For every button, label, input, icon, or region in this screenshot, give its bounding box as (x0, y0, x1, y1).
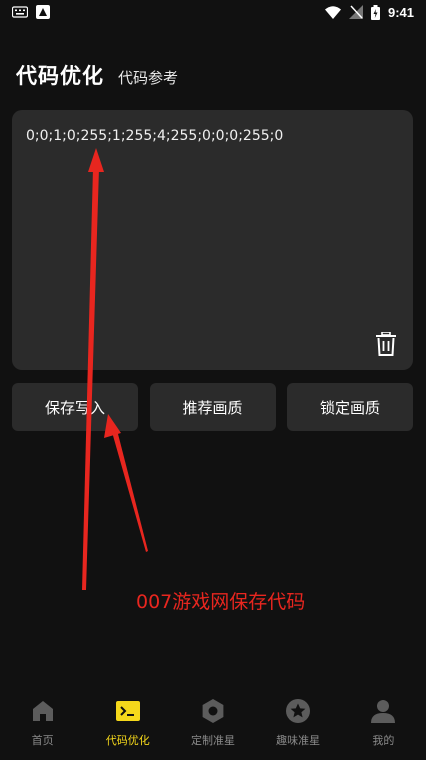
star-circle-icon (286, 699, 311, 723)
annotation-caption: 007游戏网保存代码 (136, 591, 306, 613)
a-app-icon (36, 5, 50, 19)
keyboard-icon (12, 6, 28, 18)
status-time: 9:41 (387, 4, 414, 20)
status-bar-right: 9:41 (324, 4, 414, 20)
tab-custom-crosshair[interactable]: 定制准星 (170, 690, 255, 748)
tab-label: 首页 (31, 734, 54, 747)
wifi-icon (324, 5, 341, 19)
tab-label: 趣味准星 (276, 734, 321, 747)
signal-icon (348, 5, 363, 19)
battery-icon (370, 4, 380, 20)
terminal-icon (115, 701, 140, 721)
bottom-tab-bar: 首页 代码优化 定制准星 趣味准星 我的 (0, 690, 426, 760)
status-bar-left (12, 5, 50, 19)
tab-home[interactable]: 首页 (0, 690, 85, 748)
trash-icon[interactable] (375, 332, 397, 356)
tab-label: 定制准星 (190, 734, 235, 747)
hexagon-nut-icon (202, 699, 224, 723)
save-write-button[interactable]: 保存写入 (12, 383, 138, 431)
lock-quality-button[interactable]: 锁定画质 (287, 383, 413, 431)
tab-mine[interactable]: 我的 (341, 690, 426, 748)
home-icon (32, 701, 53, 721)
recommend-quality-button[interactable]: 推荐画质 (149, 383, 276, 431)
tab-code-optimize[interactable]: 代码优化 (85, 690, 170, 748)
action-buttons: 保存写入 推荐画质 锁定画质 (12, 383, 413, 431)
code-reference-link[interactable]: 代码参考 (118, 67, 178, 88)
page-header: 代码优化 代码参考 (16, 60, 178, 94)
tab-label: 代码优化 (105, 734, 150, 747)
arrow-to-save-button (104, 414, 148, 552)
tab-fun-crosshair[interactable]: 趣味准星 (256, 690, 341, 748)
status-bar: 9:41 (0, 0, 426, 24)
code-input-box[interactable]: 0;0;1;0;255;1;255;4;255;0;0;0;255;0 (12, 110, 413, 370)
person-icon (371, 700, 396, 723)
code-input-value[interactable]: 0;0;1;0;255;1;255;4;255;0;0;0;255;0 (26, 128, 283, 144)
page-title: 代码优化 (16, 64, 104, 88)
tab-label: 我的 (372, 734, 395, 747)
